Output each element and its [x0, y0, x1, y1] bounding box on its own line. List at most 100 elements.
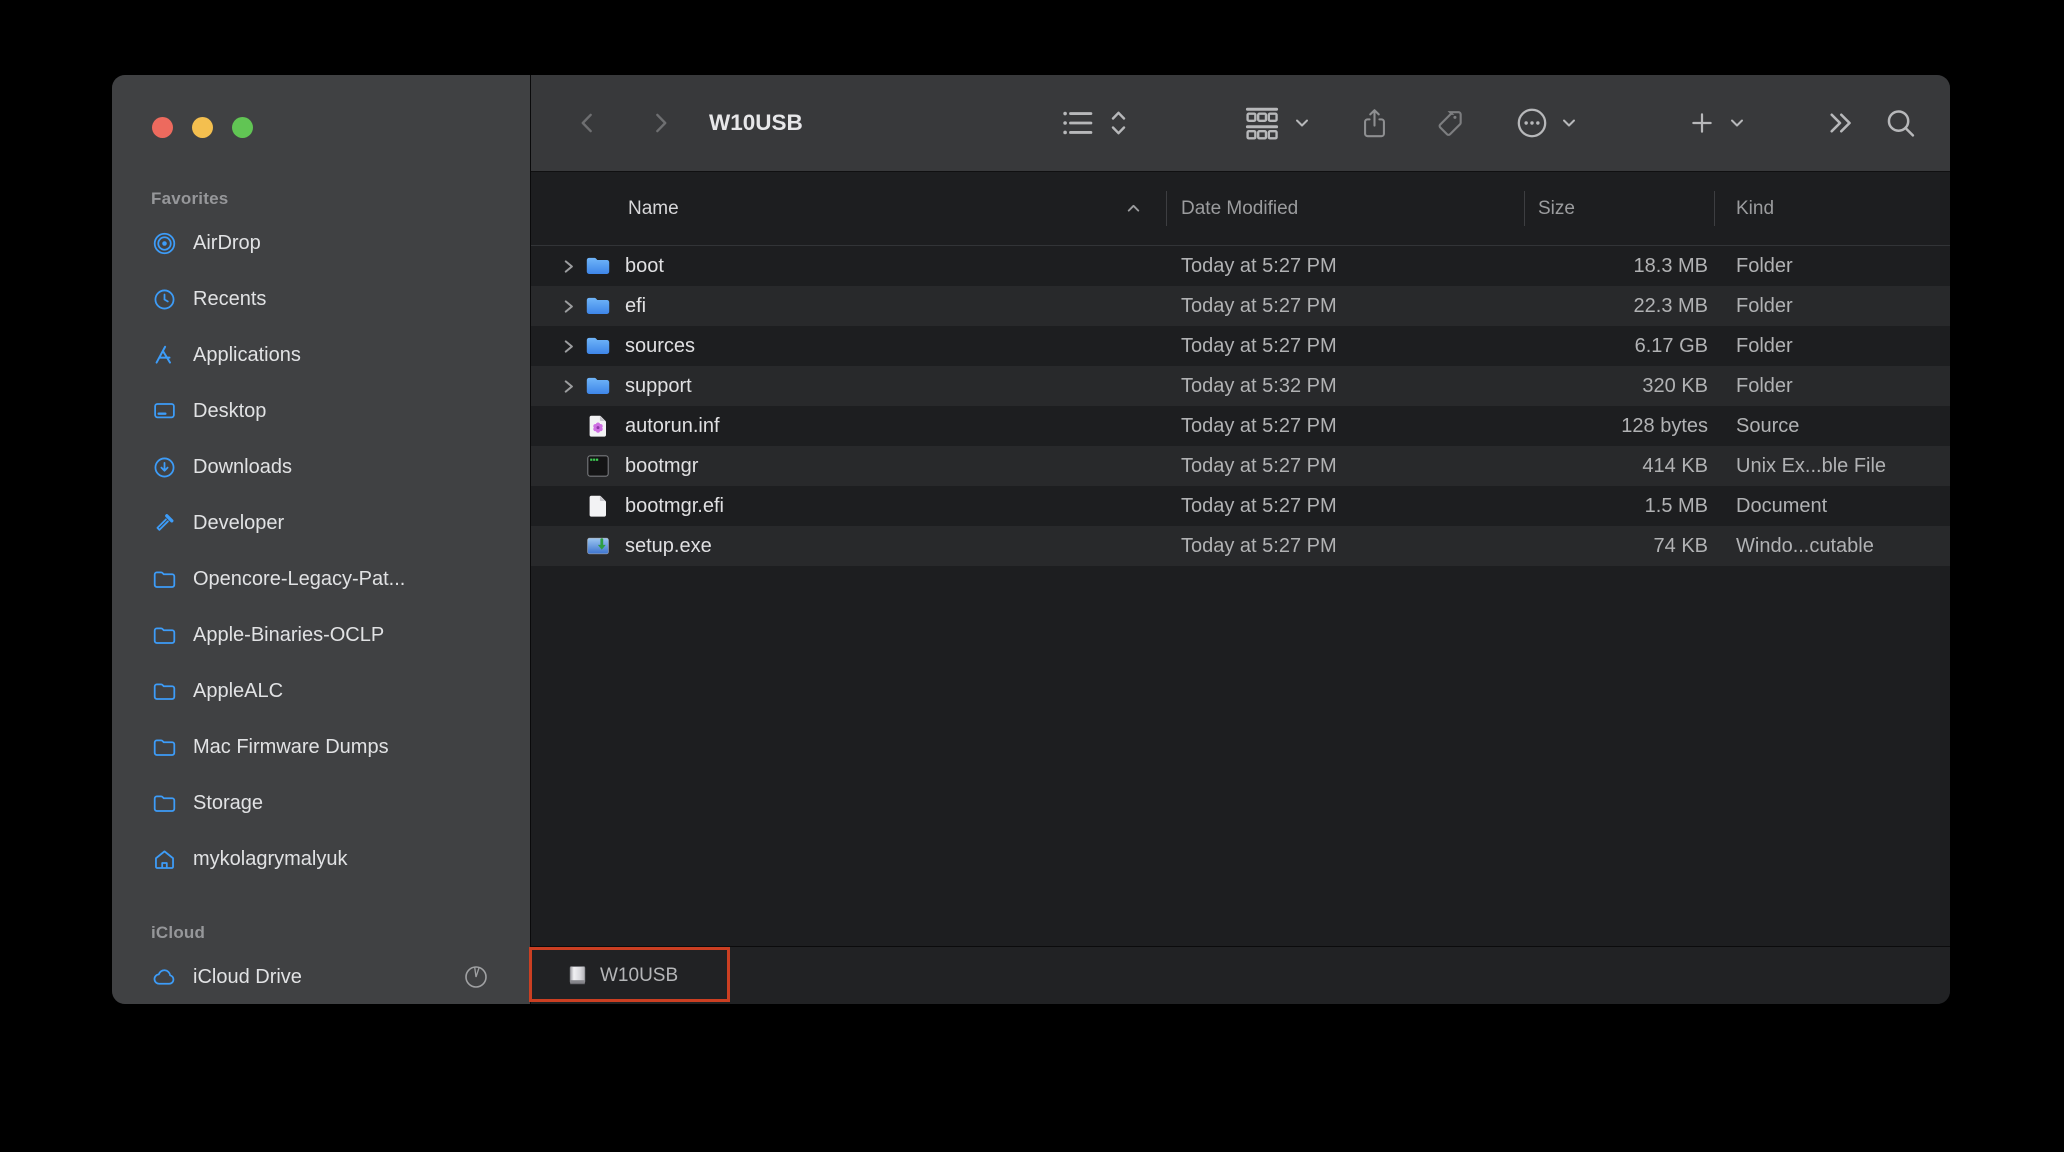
more-actions-button[interactable] — [1514, 105, 1577, 141]
search-button[interactable] — [1884, 107, 1917, 140]
toolbar: W10USB — [531, 75, 1950, 172]
file-row-bootmgr-efi[interactable]: bootmgr.efi Today at 5:27 PM 1.5 MB Docu… — [531, 486, 1950, 526]
sidebar-item-recents[interactable]: Recents — [112, 271, 530, 327]
sidebar-item-label: Downloads — [193, 455, 292, 478]
file-row-efi[interactable]: efi Today at 5:27 PM 22.3 MB Folder — [531, 286, 1950, 326]
file-row-support[interactable]: support Today at 5:32 PM 320 KB Folder — [531, 366, 1950, 406]
file-size: 74 KB — [1653, 534, 1708, 557]
sidebar-item-label: Apple-Binaries-OCLP — [193, 623, 385, 646]
ellipsis-circle-icon — [1514, 105, 1550, 141]
sidebar-item-label: Recents — [193, 287, 267, 310]
file-row-boot[interactable]: boot Today at 5:27 PM 18.3 MB Folder — [531, 246, 1950, 286]
sidebar-item-label: Opencore-Legacy-Pat... — [193, 567, 406, 590]
close-button[interactable] — [152, 117, 173, 138]
sidebar-section-favorites: Favorites — [151, 189, 229, 208]
file-size: 128 bytes — [1621, 414, 1708, 437]
source-file-icon — [585, 413, 611, 439]
file-date: Today at 5:27 PM — [1181, 334, 1337, 357]
file-kind: Document — [1736, 494, 1828, 517]
column-divider — [1166, 191, 1167, 226]
column-header-name[interactable]: Name — [531, 172, 1166, 245]
disclosure-chevron-icon[interactable] — [555, 253, 581, 279]
desktop-background: Favorites AirDrop Recents Applications D… — [0, 0, 2064, 1152]
cloud-icon — [151, 964, 177, 990]
tag-icon — [1434, 107, 1466, 139]
sidebar-item-label: Applications — [193, 343, 301, 366]
toolbar-overflow-button[interactable] — [1825, 108, 1856, 139]
unix-executable-icon — [585, 453, 611, 479]
file-kind: Source — [1736, 414, 1800, 437]
sidebar-item-developer[interactable]: Developer — [112, 495, 530, 551]
sidebar-item-label: AppleALC — [193, 679, 284, 702]
file-kind: Folder — [1736, 254, 1793, 277]
sidebar-item-home[interactable]: mykolagrymalyuk — [112, 831, 530, 887]
sync-progress-indicator — [462, 963, 490, 991]
view-selector-button[interactable] — [1059, 105, 1129, 141]
sidebar-item-mac-firmware-dumps[interactable]: Mac Firmware Dumps — [112, 719, 530, 775]
file-date: Today at 5:27 PM — [1181, 414, 1337, 437]
main-content: W10USB Name Date Modified Size Kind boot… — [529, 75, 1950, 1004]
column-label: Kind — [1736, 197, 1775, 219]
column-header-size[interactable]: Size — [1524, 172, 1714, 245]
file-date: Today at 5:27 PM — [1181, 534, 1337, 557]
column-header-date-modified[interactable]: Date Modified — [1166, 172, 1524, 245]
file-date: Today at 5:27 PM — [1181, 454, 1337, 477]
sidebar-list: Favorites AirDrop Recents Applications D… — [112, 183, 530, 1004]
file-kind: Folder — [1736, 374, 1793, 397]
sidebar-item-storage[interactable]: Storage — [112, 775, 530, 831]
column-label: Date Modified — [1181, 197, 1299, 219]
file-row-setup-exe[interactable]: setup.exe Today at 5:27 PM 74 KB Windo..… — [531, 526, 1950, 566]
sort-ascending-icon — [1125, 200, 1142, 217]
sidebar-item-downloads[interactable]: Downloads — [112, 439, 530, 495]
column-header-row: Name Date Modified Size Kind — [531, 172, 1950, 246]
sidebar-item-opencore-legacy-patcher[interactable]: Opencore-Legacy-Pat... — [112, 551, 530, 607]
double-chevron-right-icon — [1825, 108, 1856, 139]
zoom-button[interactable] — [232, 117, 253, 138]
file-row-bootmgr[interactable]: bootmgr Today at 5:27 PM 414 KB Unix Ex.… — [531, 446, 1950, 486]
path-item-w10usb[interactable]: W10USB — [531, 947, 731, 1004]
plus-icon — [1688, 109, 1716, 137]
sidebar-section-icloud: iCloud — [151, 923, 206, 942]
forward-button[interactable] — [647, 108, 674, 138]
file-row-sources[interactable]: sources Today at 5:27 PM 6.17 GB Folder — [531, 326, 1950, 366]
back-button[interactable] — [574, 108, 601, 138]
window-title: W10USB — [709, 110, 803, 135]
file-name: bootmgr — [625, 454, 699, 477]
add-new-button[interactable] — [1688, 109, 1745, 137]
file-row-autorun-inf[interactable]: autorun.inf Today at 5:27 PM 128 bytes S… — [531, 406, 1950, 446]
minimize-button[interactable] — [192, 117, 213, 138]
sidebar-item-applealc[interactable]: AppleALC — [112, 663, 530, 719]
disclosure-chevron-icon[interactable] — [555, 333, 581, 359]
file-size: 1.5 MB — [1644, 494, 1708, 517]
sidebar-item-airdrop[interactable]: AirDrop — [112, 215, 530, 271]
folder-icon — [151, 678, 177, 704]
tag-button[interactable] — [1434, 107, 1466, 139]
window-controls — [152, 117, 253, 138]
file-date: Today at 5:27 PM — [1181, 494, 1337, 517]
folder-icon — [585, 373, 611, 399]
sidebar-item-label: Desktop — [193, 399, 267, 422]
column-label: Size — [1538, 197, 1575, 219]
column-header-kind[interactable]: Kind — [1714, 172, 1950, 245]
group-by-button[interactable] — [1243, 104, 1310, 142]
sidebar-item-apple-binaries-oclp[interactable]: Apple-Binaries-OCLP — [112, 607, 530, 663]
chevron-left-icon — [574, 108, 601, 138]
disclosure-chevron-icon[interactable] — [555, 373, 581, 399]
file-date: Today at 5:27 PM — [1181, 294, 1337, 317]
sidebar-item-applications[interactable]: Applications — [112, 327, 530, 383]
column-divider — [1524, 191, 1525, 226]
external-disk-icon — [566, 964, 589, 988]
chevron-right-icon — [647, 108, 674, 138]
app-store-icon — [151, 342, 177, 368]
disclosure-chevron-icon[interactable] — [555, 293, 581, 319]
document-icon — [585, 493, 611, 519]
desktop-icon — [151, 398, 177, 424]
folder-icon — [151, 622, 177, 648]
sidebar-item-desktop[interactable]: Desktop — [112, 383, 530, 439]
file-name: setup.exe — [625, 534, 712, 557]
sidebar-item-icloud-drive[interactable]: iCloud Drive — [112, 949, 530, 1004]
share-button[interactable] — [1359, 106, 1390, 140]
file-size: 320 KB — [1642, 374, 1708, 397]
